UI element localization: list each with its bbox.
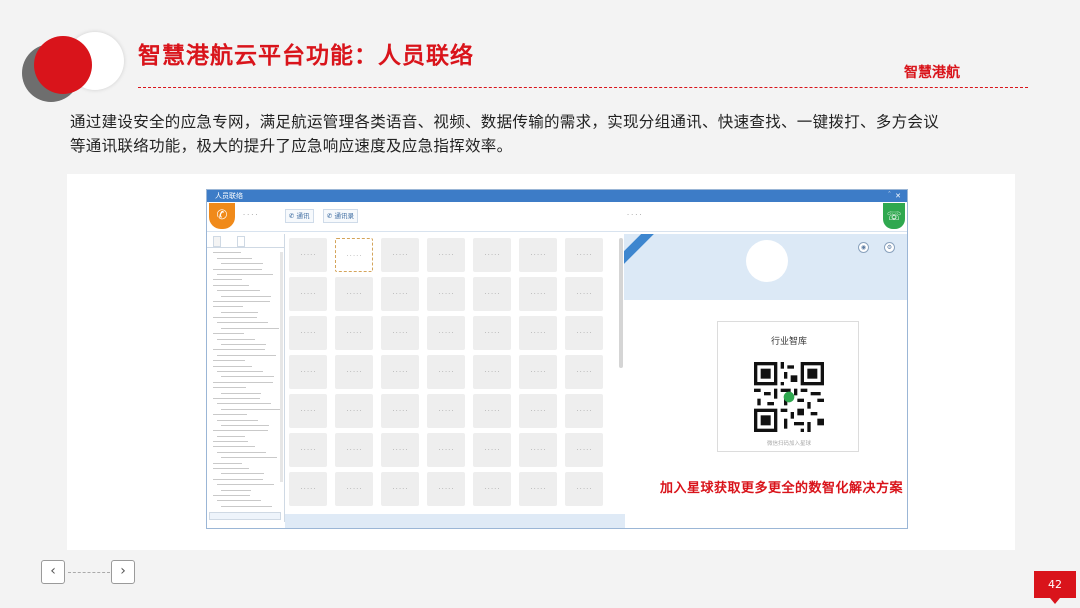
- contact-cell[interactable]: · · · · ·: [289, 238, 327, 272]
- contact-cell[interactable]: · · · · ·: [519, 277, 557, 311]
- contact-cell[interactable]: · · · · ·: [289, 316, 327, 350]
- next-page-button[interactable]: ›: [111, 560, 135, 584]
- title-divider: [138, 87, 1028, 88]
- contact-cell[interactable]: · · · · ·: [565, 238, 603, 272]
- contact-cell[interactable]: · · · · ·: [565, 277, 603, 311]
- contact-cell[interactable]: · · · · ·: [289, 433, 327, 467]
- contact-cell[interactable]: · · · · ·: [381, 472, 419, 506]
- contact-cell[interactable]: · · · · ·: [335, 316, 373, 350]
- contact-cell[interactable]: · · · · ·: [381, 394, 419, 428]
- contact-cell[interactable]: · · · · ·: [427, 238, 465, 272]
- contact-cell[interactable]: · · · · ·: [381, 433, 419, 467]
- contact-cell[interactable]: · · · · ·: [427, 394, 465, 428]
- page-number: 42: [1034, 571, 1076, 604]
- contact-cell[interactable]: · · · · ·: [565, 355, 603, 389]
- contact-cell[interactable]: · · · · ·: [381, 277, 419, 311]
- contact-cell[interactable]: · · · · ·: [519, 355, 557, 389]
- slide-description: 通过建设安全的应急专网，满足航运管理各类语音、视频、数据传输的需求，实现分组通讯…: [70, 113, 940, 155]
- contact-cell[interactable]: · · · · ·: [565, 316, 603, 350]
- grid-footer: [285, 514, 625, 528]
- settings-icon[interactable]: ⚙: [884, 242, 895, 253]
- tab-call[interactable]: ✆ 通讯: [285, 209, 314, 223]
- contact-cell[interactable]: · · · · ·: [519, 238, 557, 272]
- tree-node[interactable]: [221, 501, 272, 507]
- brand-label: 智慧港航: [904, 65, 960, 81]
- contact-cell[interactable]: · · · · ·: [565, 433, 603, 467]
- contact-cell[interactable]: · · · · ·: [335, 355, 373, 389]
- contact-cell[interactable]: · · · · ·: [289, 472, 327, 506]
- contact-cell[interactable]: · · · · ·: [427, 433, 465, 467]
- tab-contacts[interactable]: ✆ 通讯录: [323, 209, 359, 223]
- window-controls[interactable]: ＾ ✕: [886, 190, 901, 202]
- contact-cell[interactable]: · · · · ·: [519, 394, 557, 428]
- chevron-right-icon: ›: [120, 563, 126, 579]
- contact-cell[interactable]: · · · · ·: [473, 238, 511, 272]
- contact-cell[interactable]: · · · · ·: [335, 433, 373, 467]
- avatar: [746, 240, 788, 282]
- qr-card-title: 行业智库: [770, 337, 807, 347]
- mic-icon[interactable]: ◉: [858, 242, 869, 253]
- hangup-phone-icon[interactable]: ☏: [883, 203, 905, 229]
- contact-cell[interactable]: · · · · ·: [381, 316, 419, 350]
- contact-cell[interactable]: · · · · ·: [335, 472, 373, 506]
- contact-cell[interactable]: · · · · ·: [289, 355, 327, 389]
- slide: 智慧港航云平台功能：人员联络 智慧港航 通过建设安全的应急专网，满足航运管理各类…: [0, 0, 1080, 608]
- contact-cell[interactable]: · · · · ·: [427, 472, 465, 506]
- contact-cell[interactable]: · · · · ·: [565, 472, 603, 506]
- contact-cell[interactable]: · · · · ·: [565, 394, 603, 428]
- tree-tab-2[interactable]: [237, 236, 245, 247]
- contact-cell[interactable]: · · · · ·: [427, 316, 465, 350]
- contact-cell[interactable]: · · · · ·: [335, 277, 373, 311]
- tree-list[interactable]: [207, 248, 284, 507]
- contact-tree: [207, 234, 285, 522]
- window-title: 人员联络: [215, 192, 243, 200]
- status-ribbon: [624, 234, 654, 264]
- chevron-left-icon: ‹: [50, 563, 56, 579]
- contact-cell[interactable]: · · · · ·: [289, 394, 327, 428]
- contact-cell[interactable]: · · · · ·: [427, 355, 465, 389]
- contact-cell[interactable]: · · · · ·: [473, 316, 511, 350]
- qr-code-icon: [754, 362, 824, 432]
- tree-tab-1[interactable]: [213, 236, 221, 247]
- contact-cell[interactable]: · · · · ·: [427, 277, 465, 311]
- slide-title: 智慧港航云平台功能：人员联络: [138, 43, 474, 69]
- toolbar-text-left: · · · ·: [243, 211, 258, 219]
- qr-caption: 微信扫码加入星球: [766, 441, 811, 447]
- contact-cell[interactable]: · · · · ·: [473, 277, 511, 311]
- dial-phone-icon[interactable]: ✆: [209, 203, 235, 229]
- qr-card: 行业智库 微信扫码加入星球: [717, 321, 859, 452]
- contact-cell[interactable]: · · · · ·: [381, 238, 419, 272]
- contact-cell[interactable]: · · · · ·: [519, 472, 557, 506]
- tree-footer[interactable]: [209, 512, 281, 520]
- contact-cell[interactable]: · · · · ·: [519, 316, 557, 350]
- promo-text: 加入星球获取更多更全的数智化解决方案: [660, 481, 904, 496]
- contact-cell[interactable]: · · · · ·: [473, 472, 511, 506]
- contact-cell[interactable]: · · · · ·: [289, 277, 327, 311]
- toolbar: ✆ · · · · ✆ 通讯 ✆ 通讯录 · · · · ☏: [207, 202, 907, 232]
- prev-page-button[interactable]: ‹: [41, 560, 65, 584]
- nav-divider: [68, 572, 110, 573]
- contact-grid: · · · · · · · · · · · · · · · · · · · · · · …: [289, 238, 619, 524]
- tree-tabs: [207, 234, 284, 248]
- tree-scrollbar[interactable]: [280, 252, 283, 482]
- contact-cell[interactable]: · · · · ·: [473, 394, 511, 428]
- contact-cell[interactable]: · · · · ·: [519, 433, 557, 467]
- contact-cell[interactable]: · · · · ·: [335, 238, 373, 272]
- contact-cell[interactable]: · · · · ·: [473, 433, 511, 467]
- toolbar-text-right: · · · ·: [627, 211, 642, 219]
- logo-circle-red: [34, 36, 92, 94]
- window-titlebar: 人员联络 ＾ ✕: [207, 190, 907, 202]
- contact-cell[interactable]: · · · · ·: [473, 355, 511, 389]
- contact-cell[interactable]: · · · · ·: [381, 355, 419, 389]
- grid-scrollbar[interactable]: [619, 238, 623, 368]
- contact-cell[interactable]: · · · · ·: [335, 394, 373, 428]
